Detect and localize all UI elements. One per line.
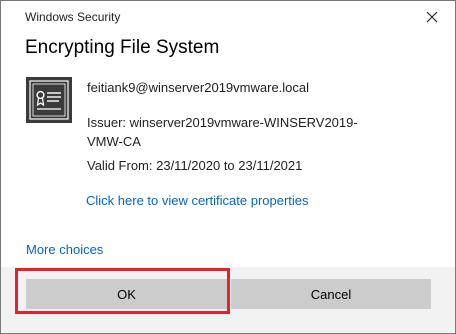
dialog-heading: Encrypting File System: [25, 37, 220, 58]
close-button[interactable]: [415, 3, 449, 31]
close-icon: [426, 11, 438, 23]
certificate-validity: Valid From: 23/11/2020 to 23/11/2021: [87, 158, 303, 173]
title-bar: Windows Security: [1, 1, 455, 31]
certificate-properties-link[interactable]: Click here to view certificate propertie…: [86, 193, 309, 208]
ok-button[interactable]: OK: [26, 279, 227, 309]
cancel-button[interactable]: Cancel: [231, 279, 431, 309]
window-title: Windows Security: [25, 10, 121, 24]
certificate-issuer: Issuer: winserver2019vmware-WINSERV2019-…: [87, 113, 358, 151]
certificate-issuer-line1: Issuer: winserver2019vmware-WINSERV2019-: [87, 115, 358, 130]
certificate-icon: [26, 77, 72, 123]
certificate-issuer-line2: VMW-CA: [87, 134, 141, 149]
windows-security-dialog: Windows Security Encrypting File System …: [0, 0, 456, 334]
certificate-subject: feitiank9@winserver2019vmware.local: [87, 80, 310, 95]
more-choices-link[interactable]: More choices: [26, 242, 103, 257]
